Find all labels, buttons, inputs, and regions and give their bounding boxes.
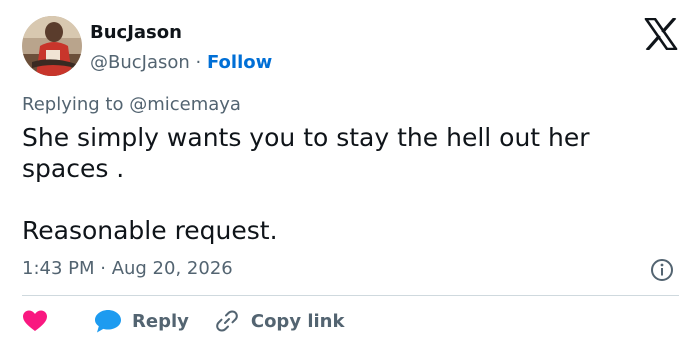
author-handle[interactable]: @BucJason xyxy=(90,52,190,73)
avatar-image xyxy=(22,16,82,76)
author-header: BucJason @BucJason · Follow xyxy=(90,20,272,76)
handle-separator: · xyxy=(189,52,207,73)
divider xyxy=(22,295,679,296)
heart-icon xyxy=(23,310,47,331)
like-button[interactable] xyxy=(22,309,48,333)
author-display-name[interactable]: BucJason xyxy=(90,20,272,46)
reply-context-prefix: Replying to xyxy=(22,94,130,115)
action-bar: Reply Copy link xyxy=(22,306,344,336)
info-icon[interactable] xyxy=(650,258,674,282)
reply-label: Reply xyxy=(132,310,189,332)
avatar[interactable] xyxy=(22,16,82,76)
author-handle-line: @BucJason · Follow xyxy=(90,50,272,76)
copy-link-button[interactable]: Copy link xyxy=(215,309,345,333)
tweet-text: She simply wants you to stay the hell ou… xyxy=(22,123,590,245)
x-logo-icon[interactable] xyxy=(644,16,678,52)
tweet-timestamp[interactable]: 1:43 PM · Aug 20, 2026 xyxy=(22,256,233,282)
link-icon xyxy=(216,310,238,332)
reply-button[interactable]: Reply xyxy=(94,308,189,334)
tweet-card: BucJason @BucJason · Follow Replying to … xyxy=(0,0,700,348)
reply-context: Replying to @micemaya xyxy=(22,92,241,118)
reply-mention-link[interactable]: @micemaya xyxy=(129,94,241,115)
speech-bubble-icon xyxy=(95,310,121,333)
copy-link-label: Copy link xyxy=(250,310,345,332)
follow-button[interactable]: Follow xyxy=(207,52,272,73)
